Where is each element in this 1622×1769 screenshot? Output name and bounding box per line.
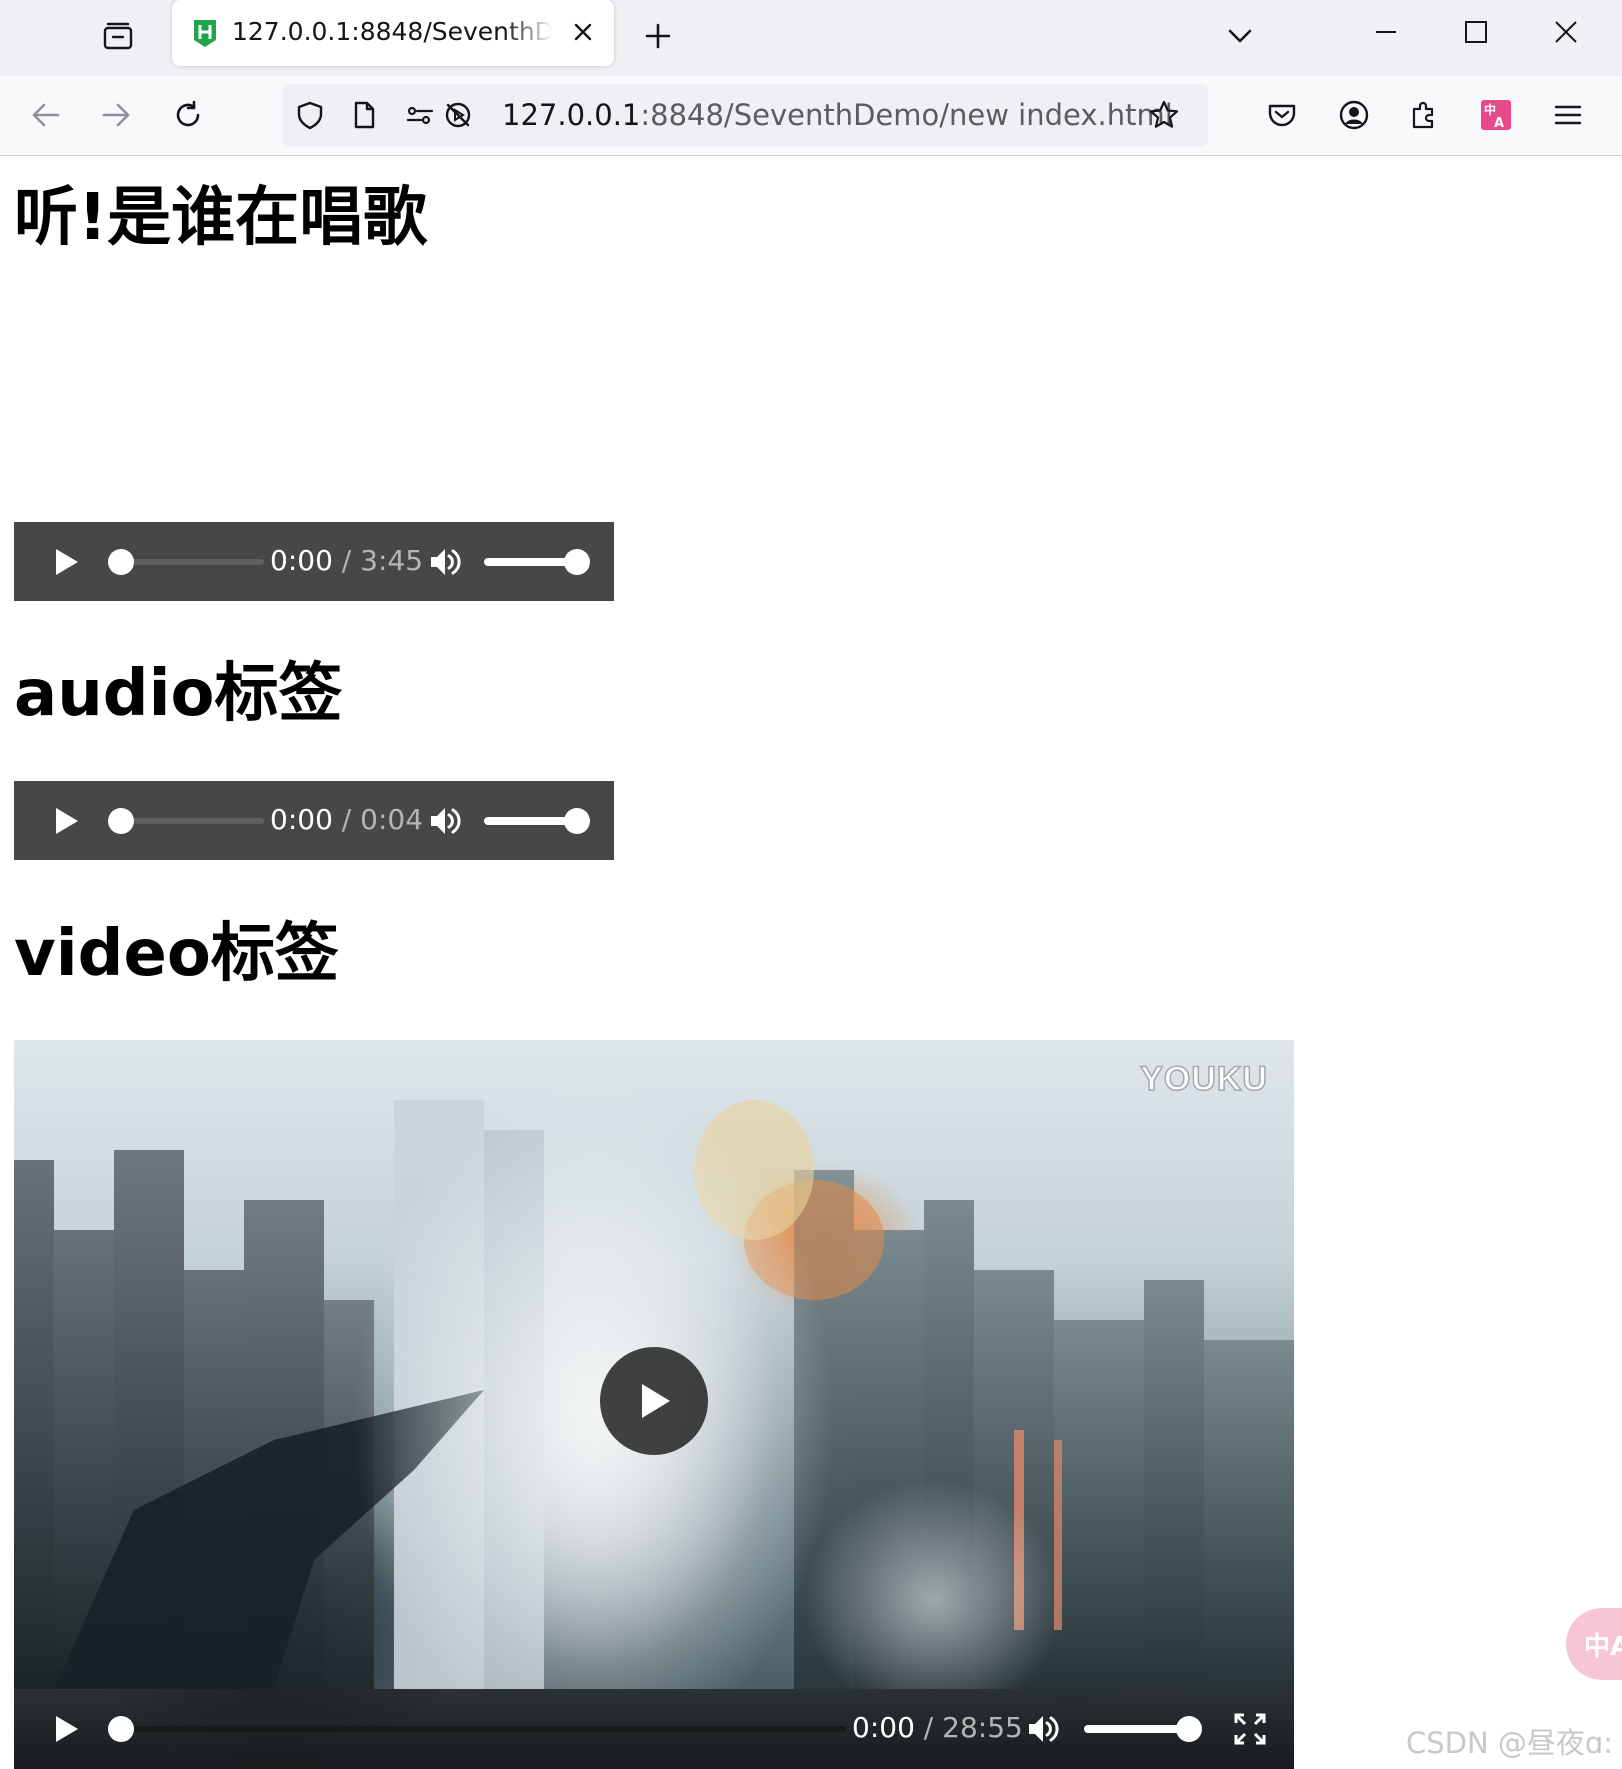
play-icon (642, 1384, 670, 1418)
url-host: 127.0.0.1 (502, 98, 641, 132)
tab-title: 127.0.0.1:8848/SeventhDemo/new index.htm… (232, 17, 552, 46)
time-separator: / (341, 803, 352, 836)
current-time: 0:00 (270, 544, 333, 577)
permissions-button[interactable] (404, 99, 436, 131)
account-icon (1339, 100, 1369, 130)
translate-extension-button[interactable]: 中 A (1474, 93, 1518, 137)
duration: 0:04 (360, 803, 424, 836)
volume-slider[interactable] (484, 817, 574, 825)
time-display: 0:00 / 0:04 (270, 803, 423, 836)
tracking-protection-button[interactable] (294, 99, 326, 131)
hbuilder-h-icon (194, 20, 216, 47)
page-icon (354, 101, 375, 129)
volume-thumb[interactable] (1176, 1716, 1202, 1742)
duration: 3:45 (360, 544, 424, 577)
forward-button[interactable] (94, 93, 138, 137)
video-controls: 0:00 / 28:55 (14, 1689, 1294, 1769)
video-player[interactable]: YOUKU 0:00 / 28:55 (14, 1040, 1294, 1769)
app-menu-button[interactable] (1546, 93, 1590, 137)
arrow-left-icon (32, 103, 60, 127)
close-icon (1555, 21, 1577, 43)
current-time: 0:00 (852, 1711, 915, 1744)
translate-bubble-label: 中A (1584, 1631, 1622, 1662)
volume-icon[interactable] (428, 803, 464, 839)
shield-icon (297, 101, 323, 130)
tracking-blocked-icon (445, 102, 471, 128)
navigation-toolbar: 127.0.0.1:8848/SeventhDemo/new index.htm… (0, 76, 1622, 156)
seek-bar[interactable] (120, 559, 264, 565)
time-separator: / (341, 544, 352, 577)
new-tab-button[interactable] (636, 14, 680, 58)
reload-icon (176, 100, 200, 127)
heading-video: video标签 (14, 917, 339, 991)
pocket-icon (1268, 104, 1296, 127)
account-button[interactable] (1332, 93, 1376, 137)
play-icon[interactable] (50, 805, 82, 837)
site-info-button[interactable] (348, 99, 380, 131)
close-window-button[interactable] (1536, 10, 1596, 54)
seek-thumb[interactable] (108, 1716, 134, 1742)
video-watermark: YOUKU (1139, 1059, 1268, 1099)
star-icon (1149, 100, 1179, 128)
volume-thumb[interactable] (564, 549, 590, 575)
tab-list-icon (103, 22, 133, 50)
audio-player-1[interactable]: 0:00 / 3:45 (14, 522, 614, 601)
tab-active[interactable]: 127.0.0.1:8848/SeventhDemo/new index.htm… (172, 0, 614, 66)
seek-thumb[interactable] (108, 808, 134, 834)
chevron-down-icon (1228, 29, 1252, 43)
time-separator: / (923, 1711, 934, 1744)
translate-floating-button[interactable]: 中A (1566, 1608, 1622, 1680)
autoplay-blocked-button[interactable] (442, 99, 474, 131)
url-bar[interactable]: 127.0.0.1:8848/SeventhDemo/new index.htm… (282, 84, 1208, 146)
maximize-icon (1465, 21, 1487, 43)
url-text[interactable]: 127.0.0.1:8848/SeventhDemo/new index.htm… (502, 98, 1173, 132)
duration: 28:55 (942, 1711, 1023, 1744)
video-overlay-play-button[interactable] (600, 1347, 708, 1455)
current-time: 0:00 (270, 803, 333, 836)
reload-button[interactable] (166, 93, 210, 137)
minimize-icon (1376, 31, 1396, 33)
time-display: 0:00 / 28:55 (852, 1711, 1023, 1744)
volume-icon[interactable] (428, 544, 464, 580)
plus-icon (645, 23, 671, 49)
fullscreen-icon[interactable] (1232, 1711, 1268, 1747)
heading-song: 听!是谁在唱歌 (14, 181, 428, 255)
seek-bar[interactable] (120, 818, 264, 824)
tab-strip: 127.0.0.1:8848/SeventhDemo/new index.htm… (0, 0, 1622, 76)
minimize-button[interactable] (1356, 10, 1416, 54)
audio-player-2[interactable]: 0:00 / 0:04 (14, 781, 614, 860)
heading-audio: audio标签 (14, 657, 343, 731)
csdn-watermark: CSDN @昼夜ɑ: (1406, 1726, 1614, 1760)
time-display: 0:00 / 3:45 (270, 544, 423, 577)
volume-icon[interactable] (1026, 1711, 1062, 1747)
extensions-button[interactable] (1402, 93, 1446, 137)
puzzle-icon (1412, 101, 1434, 129)
all-tabs-button[interactable] (1218, 14, 1262, 58)
seek-thumb[interactable] (108, 549, 134, 575)
tab-close-button[interactable] (568, 17, 598, 47)
translate-icon: 中 A (1481, 100, 1511, 131)
tab-list-button[interactable] (96, 14, 140, 58)
hamburger-menu-icon (1554, 105, 1582, 125)
close-icon (574, 23, 592, 41)
arrow-right-icon (102, 103, 130, 127)
volume-thumb[interactable] (564, 808, 590, 834)
seek-bar[interactable] (120, 1726, 846, 1732)
svg-text:中: 中 (1484, 102, 1496, 117)
volume-slider[interactable] (1084, 1725, 1184, 1733)
play-icon[interactable] (50, 1713, 82, 1745)
pocket-button[interactable] (1260, 93, 1304, 137)
page-content: 听!是谁在唱歌 0:00 / 3:45 audio标签 0:00 / 0:04 … (0, 156, 1622, 1769)
permissions-icon (406, 106, 434, 125)
svg-text:A: A (1494, 116, 1504, 131)
play-icon[interactable] (50, 546, 82, 578)
url-path: :8848/SeventhDemo/new index.html (640, 98, 1173, 132)
maximize-button[interactable] (1446, 10, 1506, 54)
volume-slider[interactable] (484, 558, 574, 566)
bookmark-button[interactable] (1148, 99, 1180, 131)
back-button[interactable] (24, 93, 68, 137)
